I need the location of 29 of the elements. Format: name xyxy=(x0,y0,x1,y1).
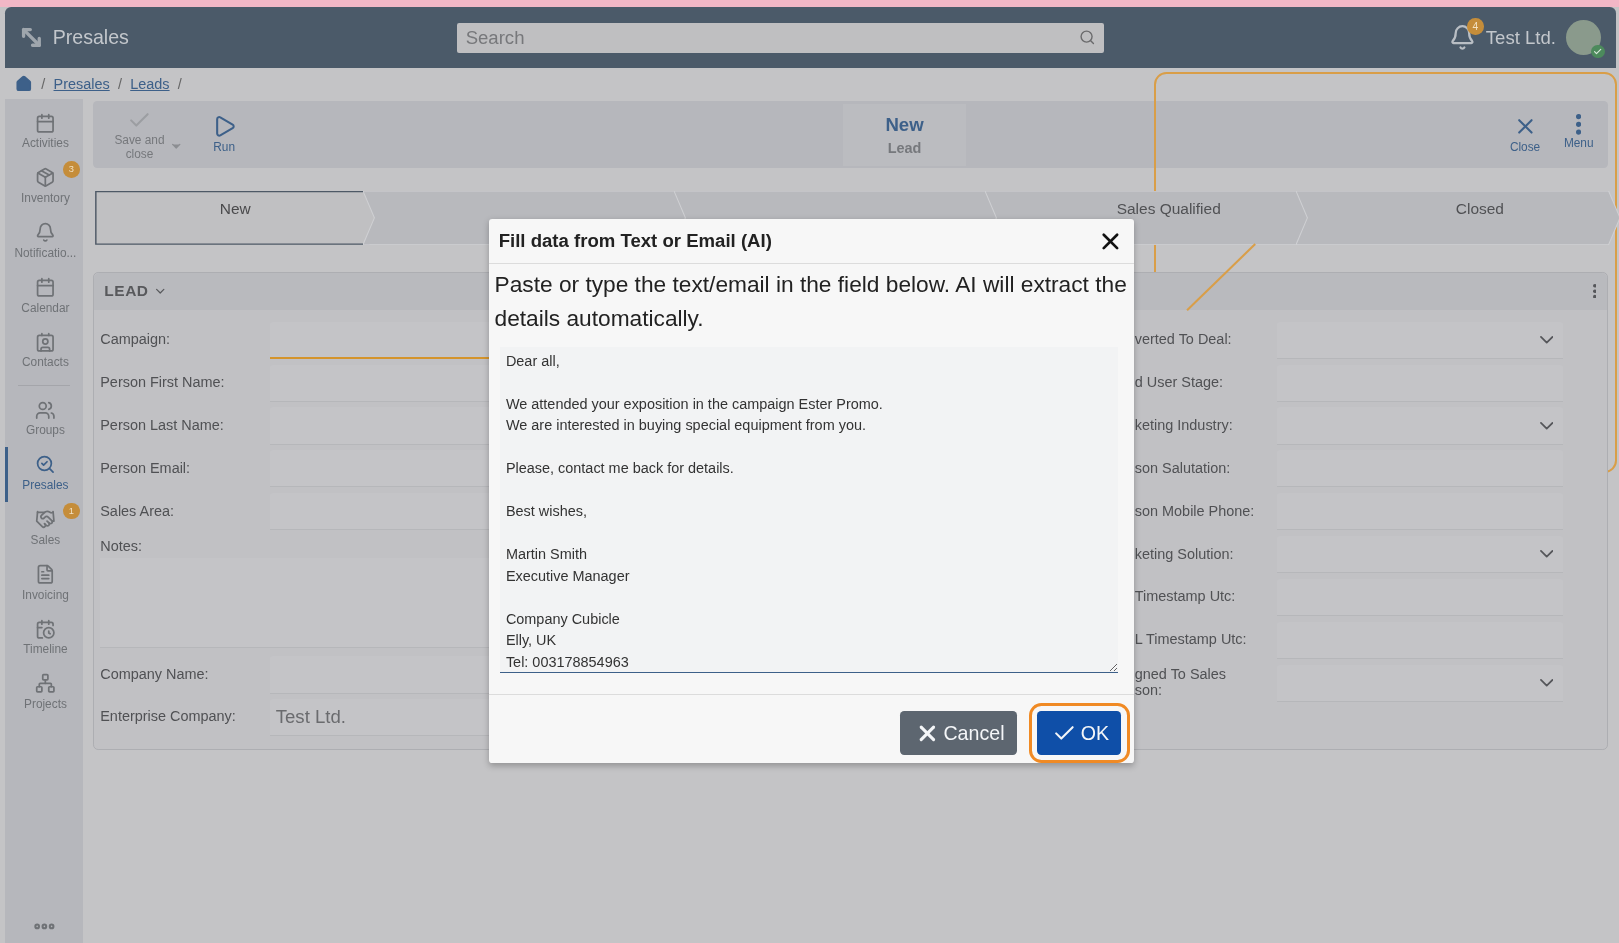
field-label: Company Name: xyxy=(100,667,210,683)
field-label: son Salutation: xyxy=(1134,460,1232,477)
field-label: son Mobile Phone: xyxy=(1134,503,1256,520)
field-label: Person Last Name: xyxy=(100,418,225,434)
field-label: Notes: xyxy=(100,538,143,555)
count-badge: 3 xyxy=(63,161,80,178)
dialog-title: Fill data from Text or Email (AI) xyxy=(498,230,772,253)
field-label: d User Stage: xyxy=(1134,375,1225,392)
app-title: Presales xyxy=(52,26,129,50)
field-label: Timestamp Utc: xyxy=(1134,589,1237,606)
field-label: Person First Name: xyxy=(100,375,226,392)
field-label: keting Industry: xyxy=(1134,418,1234,434)
record-type: Lead xyxy=(887,139,922,156)
field-label: Sales Area: xyxy=(100,503,176,520)
field-label: Campaign: xyxy=(100,332,172,349)
dialog-instructions: Paste or type the text/email in the field below. AI will extract the details automatically. xyxy=(494,270,1128,333)
count-badge: 1 xyxy=(63,502,80,520)
field-label: verted To Deal: xyxy=(1134,332,1233,349)
breadcrumb-separator: / xyxy=(177,75,182,92)
company-name: Test Ltd. xyxy=(1485,26,1556,49)
field-label: L Timestamp Utc: xyxy=(1134,632,1248,649)
field-label: Person Email: xyxy=(100,460,192,477)
breadcrumb-separator: / xyxy=(41,75,46,92)
breadcrumb-separator: / xyxy=(117,75,122,92)
notification-badge: 4 xyxy=(1467,18,1484,35)
field-label: Enterprise Company: xyxy=(100,709,237,726)
record-title: New xyxy=(885,113,924,136)
field-label: gned To Sales son: xyxy=(1134,667,1227,699)
field-label: keting Solution: xyxy=(1134,546,1235,563)
